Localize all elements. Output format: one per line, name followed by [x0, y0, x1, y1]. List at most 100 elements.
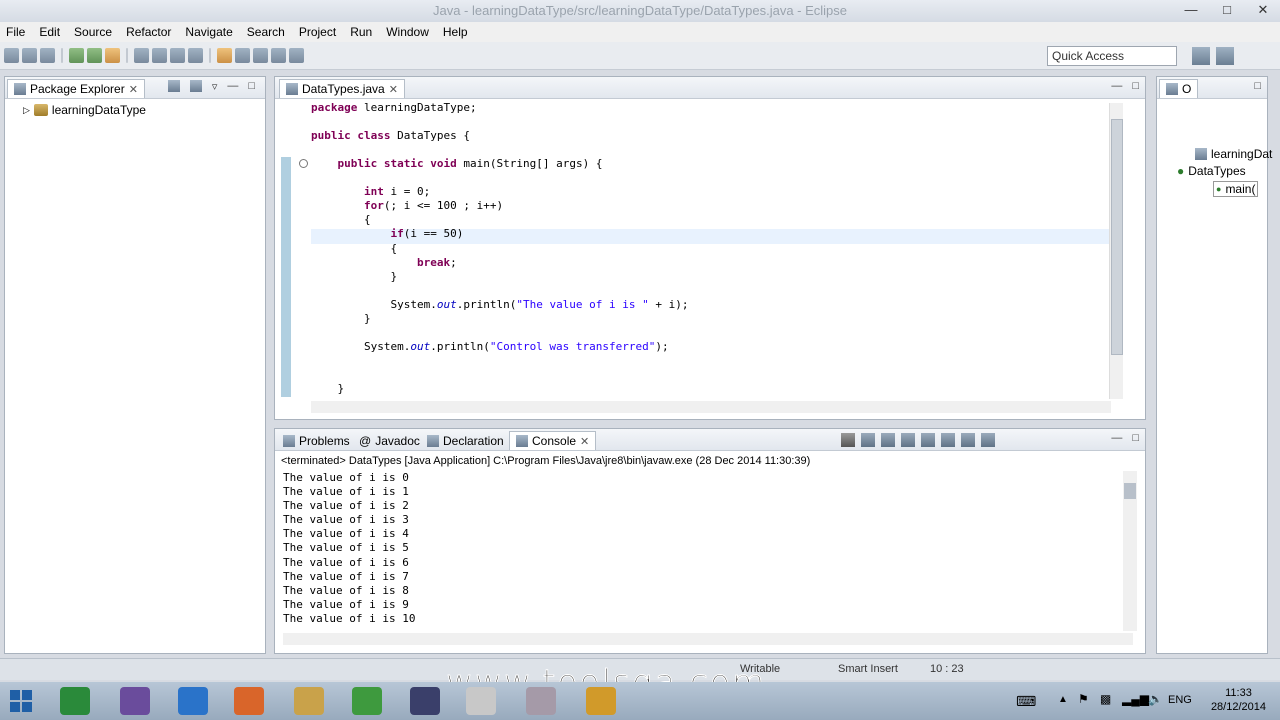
- terminate-icon[interactable]: [841, 433, 855, 447]
- external-tools-icon[interactable]: [105, 48, 120, 63]
- tab-package-explorer[interactable]: Package Explorer ✕: [7, 79, 145, 98]
- prev-annotation-icon[interactable]: [235, 48, 250, 63]
- volume-icon[interactable]: 🔈: [1148, 692, 1163, 706]
- flag-icon[interactable]: ⚑: [1078, 692, 1089, 706]
- code-line[interactable]: break;: [311, 256, 457, 270]
- windows-start-icon[interactable]: [10, 690, 32, 712]
- view-menu-icon[interactable]: ▿: [212, 80, 218, 93]
- signal-icon[interactable]: ▂▄▆: [1122, 692, 1149, 706]
- menu-help[interactable]: Help: [443, 25, 468, 39]
- pin-console-icon[interactable]: [941, 433, 955, 447]
- fold-icon[interactable]: [299, 159, 308, 168]
- code-line[interactable]: }: [311, 312, 371, 326]
- excel-icon[interactable]: [60, 687, 90, 715]
- new-package-icon[interactable]: [134, 48, 149, 63]
- minimize-icon[interactable]: —: [1182, 2, 1200, 18]
- paint-icon[interactable]: [466, 687, 496, 715]
- editor-horizontal-scrollbar[interactable]: [311, 401, 1111, 413]
- code-line[interactable]: {: [311, 242, 397, 256]
- minimize-view-icon[interactable]: —: [1111, 80, 1122, 92]
- keyboard-icon[interactable]: ⌨: [1016, 693, 1036, 710]
- minimize-view-icon[interactable]: —: [1111, 432, 1122, 444]
- tab-datatypes-java[interactable]: DataTypes.java ✕: [279, 79, 405, 98]
- display-console-icon[interactable]: [961, 433, 975, 447]
- scroll-lock-icon[interactable]: [921, 433, 935, 447]
- search-icon[interactable]: [188, 48, 203, 63]
- menu-edit[interactable]: Edit: [39, 25, 60, 39]
- last-edit-icon[interactable]: [253, 48, 268, 63]
- close-icon[interactable]: ✕: [389, 83, 398, 96]
- console-horizontal-scrollbar[interactable]: [283, 633, 1133, 645]
- save-icon[interactable]: [22, 48, 37, 63]
- expand-icon[interactable]: ▷: [23, 105, 30, 116]
- tab-outline[interactable]: O: [1159, 79, 1199, 98]
- scrollbar-thumb[interactable]: [1111, 119, 1123, 355]
- file-explorer-icon[interactable]: [294, 687, 324, 715]
- new-icon[interactable]: [4, 48, 19, 63]
- code-line[interactable]: package learningDataType;: [311, 101, 477, 115]
- tab-declaration[interactable]: Declaration: [421, 431, 510, 450]
- firefox-icon[interactable]: [234, 687, 264, 715]
- code-line[interactable]: if(i == 50): [311, 227, 463, 241]
- menu-refactor[interactable]: Refactor: [126, 25, 171, 39]
- close-icon[interactable]: ✕: [580, 435, 589, 448]
- close-icon[interactable]: ✕: [129, 83, 138, 96]
- open-type-icon[interactable]: [170, 48, 185, 63]
- code-line[interactable]: }: [311, 270, 397, 284]
- forward-icon[interactable]: [289, 48, 304, 63]
- maximize-icon[interactable]: □: [1218, 2, 1236, 18]
- eclipse-icon[interactable]: [120, 687, 150, 715]
- maximize-view-icon[interactable]: □: [248, 80, 255, 93]
- outline-item-method[interactable]: ● main(: [1213, 181, 1259, 197]
- scrollbar-thumb[interactable]: [1124, 483, 1136, 499]
- open-console-icon[interactable]: [981, 433, 995, 447]
- code-line[interactable]: for(; i <= 100 ; i++): [311, 199, 503, 213]
- tree-item-project[interactable]: ▷ learningDataType: [23, 103, 146, 117]
- clock[interactable]: 11:33 28/12/2014: [1211, 686, 1266, 714]
- menu-search[interactable]: Search: [247, 25, 285, 39]
- eclipse-active-icon[interactable]: [410, 687, 440, 715]
- new-class-icon[interactable]: [152, 48, 167, 63]
- open-perspective-icon[interactable]: [1192, 47, 1210, 65]
- tab-console[interactable]: Console ✕: [509, 431, 597, 450]
- menu-run[interactable]: Run: [350, 25, 372, 39]
- chrome-icon[interactable]: [352, 687, 382, 715]
- maximize-view-icon[interactable]: □: [1132, 432, 1139, 444]
- code-line[interactable]: int i = 0;: [311, 185, 430, 199]
- tab-javadoc[interactable]: @ Javadoc: [353, 431, 426, 450]
- outline-item-class[interactable]: ● DataTypes: [1177, 164, 1246, 178]
- print-icon[interactable]: [40, 48, 55, 63]
- menu-file[interactable]: File: [6, 25, 25, 39]
- clear-console-icon[interactable]: [901, 433, 915, 447]
- menu-window[interactable]: Window: [386, 25, 429, 39]
- app-icon[interactable]: [526, 687, 556, 715]
- quick-access-input[interactable]: Quick Access: [1047, 46, 1177, 66]
- next-annotation-icon[interactable]: [217, 48, 232, 63]
- remove-launch-icon[interactable]: [861, 433, 875, 447]
- language-indicator[interactable]: ENG: [1168, 694, 1192, 706]
- internet-explorer-icon[interactable]: [178, 687, 208, 715]
- editor-vertical-scrollbar[interactable]: [1109, 103, 1123, 399]
- code-line[interactable]: public class DataTypes {: [311, 129, 470, 143]
- code-line[interactable]: {: [311, 213, 371, 227]
- collapse-all-icon[interactable]: [167, 80, 180, 92]
- java-perspective-icon[interactable]: [1216, 47, 1234, 65]
- minimize-view-icon[interactable]: —: [227, 80, 238, 93]
- menu-source[interactable]: Source: [74, 25, 112, 39]
- maximize-view-icon[interactable]: □: [1254, 80, 1261, 92]
- remove-all-icon[interactable]: [881, 433, 895, 447]
- code-line[interactable]: System.out.println("Control was transfer…: [311, 340, 669, 354]
- menu-project[interactable]: Project: [299, 25, 336, 39]
- maximize-view-icon[interactable]: □: [1132, 80, 1139, 92]
- show-hidden-icons-icon[interactable]: ▲: [1058, 694, 1068, 705]
- outline-item-package[interactable]: learningDat: [1195, 147, 1272, 161]
- network-icon[interactable]: ▩: [1100, 692, 1111, 706]
- debug-icon[interactable]: [69, 48, 84, 63]
- code-line[interactable]: }: [311, 382, 344, 396]
- tab-problems[interactable]: Problems: [277, 431, 356, 450]
- code-line[interactable]: System.out.println("The value of i is " …: [311, 298, 688, 312]
- menu-navigate[interactable]: Navigate: [185, 25, 232, 39]
- code-line[interactable]: public static void main(String[] args) {: [311, 157, 603, 171]
- link-editor-icon[interactable]: [189, 80, 202, 92]
- back-icon[interactable]: [271, 48, 286, 63]
